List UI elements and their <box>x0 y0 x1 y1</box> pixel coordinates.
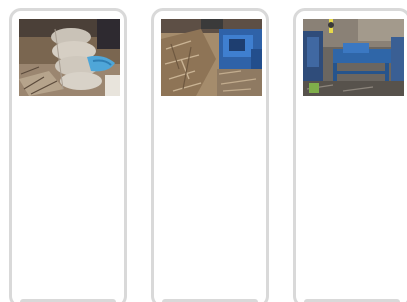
product-card-strip <box>0 0 407 302</box>
photo-workshop-machinery-icon[interactable] <box>303 19 404 96</box>
product-card[interactable] <box>151 8 269 302</box>
photo-wood-shavings-machine-icon[interactable] <box>161 19 262 96</box>
product-card[interactable] <box>293 8 407 302</box>
product-card[interactable] <box>9 8 127 302</box>
photo-sacks-on-ground-icon[interactable] <box>19 19 120 96</box>
